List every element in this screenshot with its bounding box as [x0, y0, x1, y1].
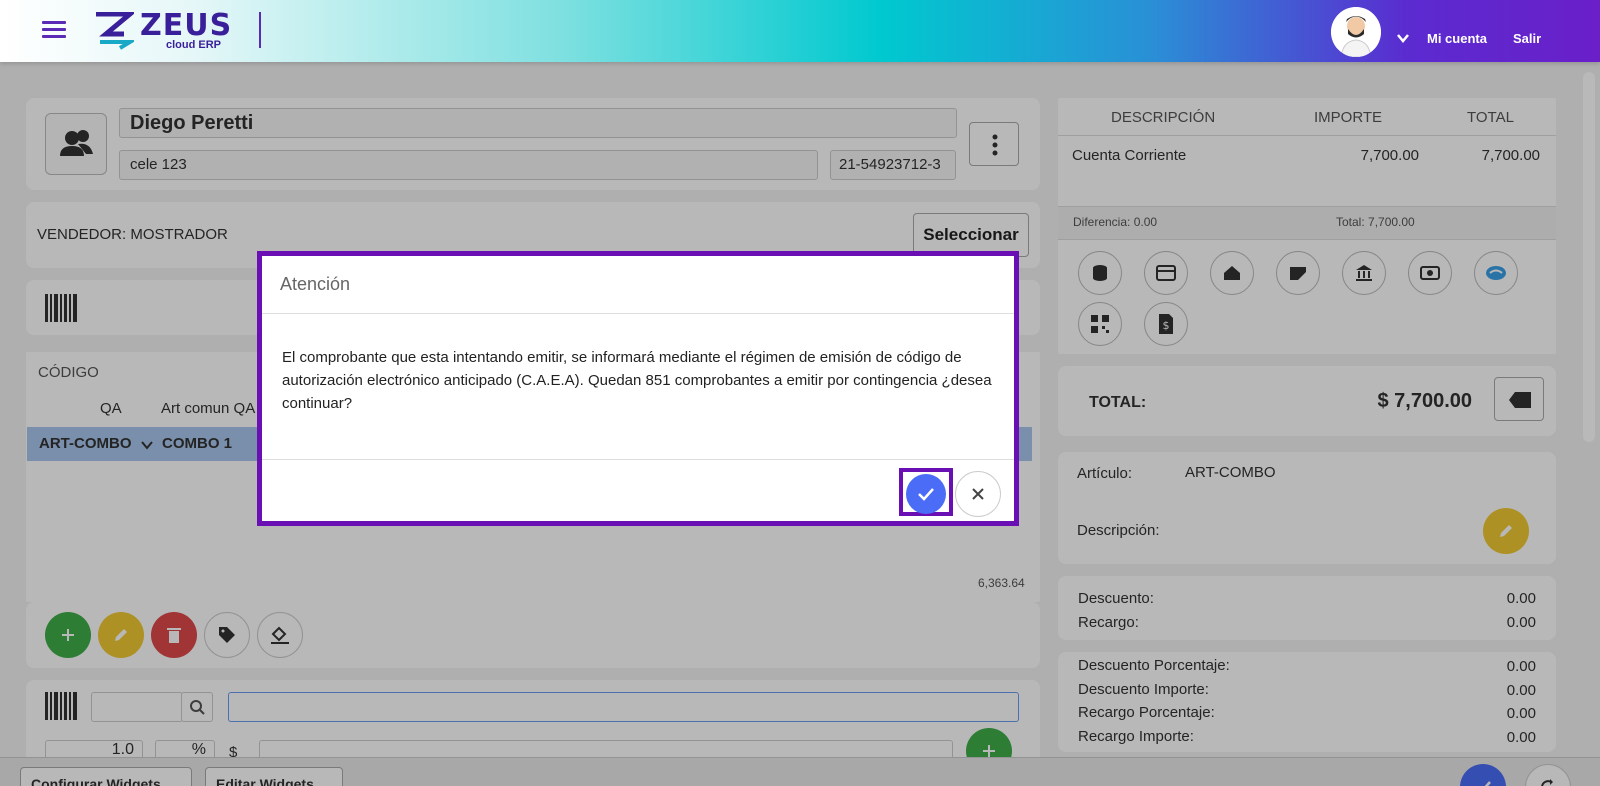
logo-subtext: cloud ERP [166, 39, 222, 51]
my-account-link[interactable]: Mi cuenta [1427, 31, 1487, 46]
page-scrollbar[interactable] [1583, 72, 1595, 442]
top-header: ZEUS cloud ERP Mi cuenta Salir [0, 0, 1600, 62]
dialog-message: El comprobante que esta intentando emiti… [282, 349, 992, 412]
confirm-focus-ring [899, 468, 953, 516]
hamburger-menu-icon[interactable] [42, 21, 66, 39]
dialog-divider [262, 313, 1014, 314]
logo-text: ZEUS [140, 8, 233, 43]
zeus-logo-mark-icon [96, 12, 134, 50]
close-icon [972, 488, 984, 500]
confirm-button[interactable] [906, 474, 946, 514]
user-avatar[interactable] [1331, 7, 1381, 57]
zeus-logo[interactable]: ZEUS cloud ERP [94, 8, 234, 52]
cancel-button[interactable] [955, 471, 1001, 517]
check-icon [918, 488, 934, 501]
dialog-divider [262, 459, 1014, 460]
logout-link[interactable]: Salir [1513, 31, 1541, 46]
dialog-title: Atención [280, 274, 351, 294]
header-divider [259, 12, 261, 48]
chevron-down-icon[interactable] [1396, 31, 1410, 45]
confirm-dialog: Atención El comprobante que esta intenta… [257, 251, 1019, 526]
